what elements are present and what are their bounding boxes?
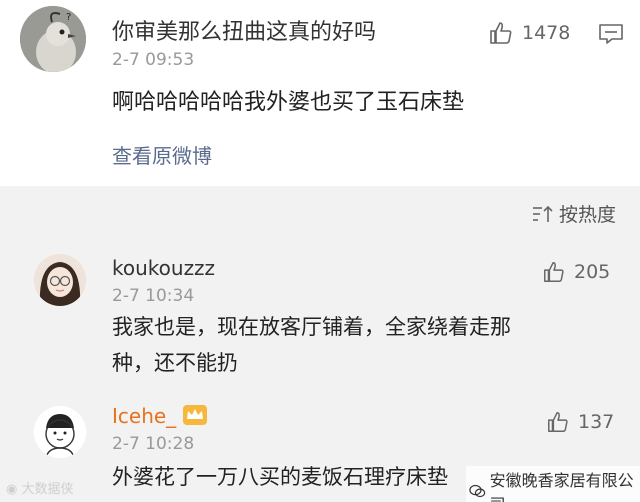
girl-avatar-icon bbox=[34, 254, 86, 306]
cartoon-avatar-icon bbox=[34, 406, 86, 458]
comment-username[interactable]: 你审美那么扭曲这真的好吗 bbox=[112, 14, 376, 46]
user-avatar[interactable]: ? bbox=[20, 6, 86, 72]
like-button[interactable]: 137 bbox=[546, 410, 614, 434]
comment-content: 啊哈哈哈哈哈我外婆也买了玉石床垫 bbox=[112, 90, 465, 115]
like-button[interactable]: 205 bbox=[542, 260, 610, 284]
weibo-logo-icon: ◉ bbox=[6, 482, 22, 497]
watermark-right: 安徽晚香家居有限公司 bbox=[466, 466, 640, 502]
thumbs-up-icon bbox=[490, 22, 512, 44]
like-button[interactable]: 1478 bbox=[488, 20, 570, 46]
reply-button[interactable] bbox=[598, 22, 624, 50]
comment-time: 2-7 09:53 bbox=[112, 50, 195, 70]
like-count: 205 bbox=[574, 261, 611, 283]
comment-username[interactable]: Icehe_ bbox=[112, 404, 176, 428]
like-count: 1478 bbox=[522, 22, 571, 44]
svg-text:?: ? bbox=[66, 12, 71, 23]
view-original-link[interactable]: 查看原微博 bbox=[112, 140, 212, 169]
watermark-left: ◉ 大数据侠 bbox=[6, 482, 74, 497]
comment-avatar[interactable] bbox=[34, 254, 86, 306]
comment-time: 2-7 10:34 bbox=[112, 286, 195, 306]
comment-time: 2-7 10:28 bbox=[112, 434, 195, 454]
thumbs-up-icon bbox=[544, 262, 564, 282]
bird-avatar-icon: ? bbox=[20, 6, 86, 72]
comment-content-line: 我家也是，现在放客厅铺着，全家绕着走那 bbox=[112, 315, 511, 339]
thumbs-up-icon bbox=[548, 412, 568, 432]
comment-avatar[interactable] bbox=[34, 406, 86, 458]
comment-icon bbox=[599, 24, 623, 44]
weibo-comment-page: ? 你审美那么扭曲这真的好吗 2-7 09:53 1478 啊哈哈哈哈哈我外婆也… bbox=[0, 0, 640, 502]
sort-bar: 按热度 bbox=[0, 186, 640, 238]
comment-content-line: 种，还不能扔 bbox=[112, 351, 238, 375]
main-comment-card: ? 你审美那么扭曲这真的好吗 2-7 09:53 1478 啊哈哈哈哈哈我外婆也… bbox=[0, 0, 640, 186]
sort-by-hot-button[interactable]: 按热度 bbox=[531, 200, 616, 227]
like-count: 137 bbox=[578, 411, 615, 433]
comment-username[interactable]: koukouzzz bbox=[112, 256, 215, 280]
vip-crown-icon bbox=[182, 404, 208, 430]
sort-label: 按热度 bbox=[558, 204, 616, 226]
sort-icon bbox=[532, 205, 553, 222]
wechat-icon bbox=[469, 484, 486, 498]
comment-content-line: 外婆花了一万八买的麦饭石理疗床垫 bbox=[112, 465, 448, 489]
